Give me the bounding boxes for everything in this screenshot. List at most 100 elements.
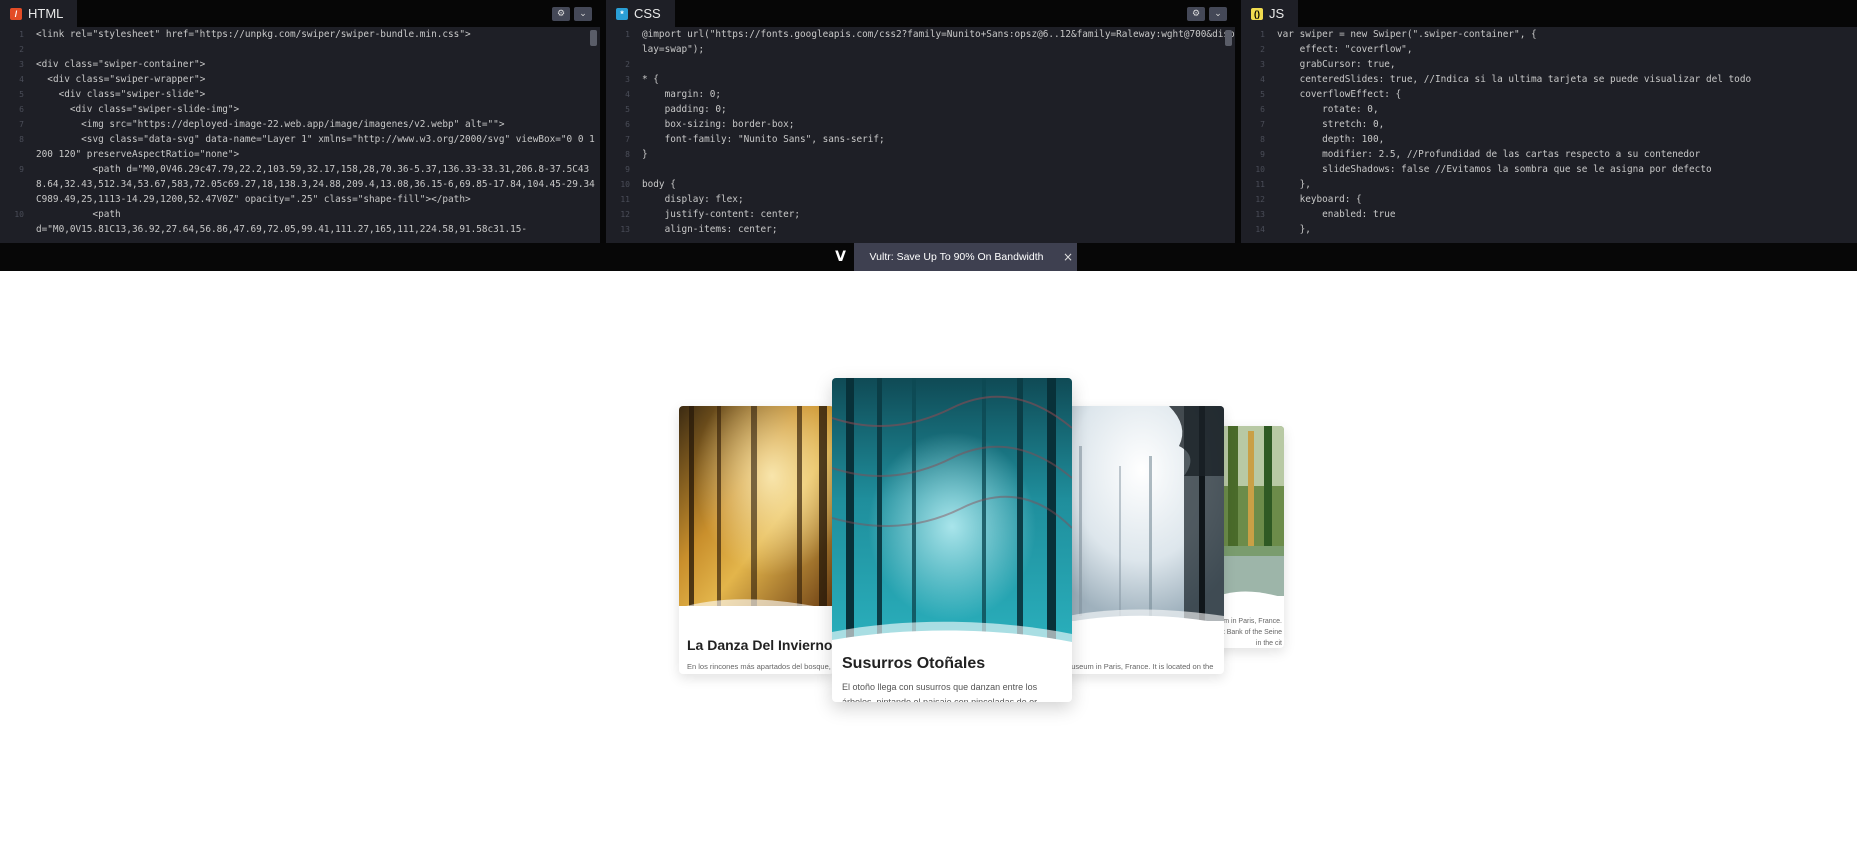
- tab-css[interactable]: * CSS: [606, 0, 675, 27]
- html-scrollbar[interactable]: [590, 30, 597, 46]
- ad-text[interactable]: Vultr: Save Up To 90% On Bandwidth: [854, 243, 1059, 271]
- code-line[interactable]: 3 <div class="swiper-container">: [0, 57, 600, 72]
- code-line[interactable]: 11 display: flex;: [606, 192, 1235, 207]
- card-description: El otoño llega con susurros que danzan e…: [842, 682, 1045, 702]
- code-line[interactable]: d="M0,0V15.81C13,36.92,27.64,56.86,47.69…: [0, 222, 600, 237]
- tab-js[interactable]: () JS: [1241, 0, 1299, 27]
- code-text: <img src="https://deployed-image-22.web.…: [36, 119, 505, 130]
- html-icon: /: [10, 7, 22, 20]
- code-line[interactable]: 10 <path: [0, 207, 600, 222]
- line-number: 4: [625, 90, 630, 99]
- code-text: keyboard: {: [1277, 194, 1362, 205]
- card-slide-2-active[interactable]: Susurros Otoñales El otoño llega con sus…: [832, 378, 1072, 702]
- wave-shape: [1059, 609, 1224, 636]
- forest-autumn-image: [679, 406, 834, 606]
- css-code-area[interactable]: 1 @import url("https://fonts.googleapis.c…: [606, 27, 1235, 243]
- line-number: 4: [1260, 75, 1265, 84]
- code-line[interactable]: 12 justify-content: center;: [606, 207, 1235, 222]
- code-line[interactable]: 7 stretch: 0,: [1241, 117, 1857, 132]
- code-line[interactable]: 9: [606, 162, 1235, 177]
- code-line[interactable]: 9 modifier: 2.5, //Profundidad de las ca…: [1241, 147, 1857, 162]
- code-line[interactable]: 10 slideShadows: false //Evitamos la som…: [1241, 162, 1857, 177]
- code-line[interactable]: 14 },: [1241, 222, 1857, 237]
- js-code-area[interactable]: 1 var swiper = new Swiper(".swiper-contai…: [1241, 27, 1857, 243]
- code-line[interactable]: 5 coverflowEffect: {: [1241, 87, 1857, 102]
- line-number: 12: [620, 210, 630, 219]
- html-editor-panel: / HTML ⚙ ⌄ 1 <link rel="stylesheet" href=…: [0, 0, 606, 243]
- card-slide-3[interactable]: museum in Paris, France. It is located o…: [1059, 406, 1224, 674]
- code-text: modifier: 2.5, //Profundidad de las cart…: [1277, 149, 1701, 160]
- code-text: d="M0,0V15.81C13,36.92,27.64,56.86,47.69…: [36, 224, 528, 235]
- code-line[interactable]: 2: [606, 57, 1235, 72]
- code-line[interactable]: 4 centeredSlides: true, //Indica si la u…: [1241, 72, 1857, 87]
- code-line[interactable]: 10 body {: [606, 177, 1235, 192]
- close-icon[interactable]: ×: [1059, 243, 1077, 271]
- line-number: 5: [19, 90, 24, 99]
- code-line[interactable]: 7 <img src="https://deployed-image-22.we…: [0, 117, 600, 132]
- code-line[interactable]: 7 font-family: "Nunito Sans", sans-serif…: [606, 132, 1235, 147]
- js-icon: (): [1251, 7, 1263, 20]
- tab-css-label: CSS: [634, 6, 661, 21]
- line-number: 5: [1260, 90, 1265, 99]
- line-number: 14: [1255, 225, 1265, 234]
- line-number: 6: [625, 120, 630, 129]
- code-text: body {: [642, 179, 676, 190]
- code-line[interactable]: 5 padding: 0;: [606, 102, 1235, 117]
- code-text: <link rel="stylesheet" href="https://unp…: [36, 29, 471, 40]
- css-scrollbar[interactable]: [1225, 30, 1232, 46]
- code-text: <path: [36, 209, 121, 220]
- code-line[interactable]: 12 keyboard: {: [1241, 192, 1857, 207]
- code-text: <div class="swiper-slide-img">: [36, 104, 240, 115]
- html-code-area[interactable]: 1 <link rel="stylesheet" href="https://un…: [0, 27, 600, 243]
- code-line[interactable]: 1 <link rel="stylesheet" href="https://un…: [0, 27, 600, 42]
- code-editors: / HTML ⚙ ⌄ 1 <link rel="stylesheet" href=…: [0, 0, 1857, 243]
- tab-html-label: HTML: [28, 6, 64, 21]
- code-line[interactable]: 8}: [606, 147, 1235, 162]
- code-line[interactable]: 13 enabled: true: [1241, 207, 1857, 222]
- code-line[interactable]: 11 },: [1241, 177, 1857, 192]
- code-line[interactable]: 3 * {: [606, 72, 1235, 87]
- code-text: font-family: "Nunito Sans", sans-serif;: [642, 134, 885, 145]
- code-line[interactable]: 8 <svg class="data-svg" data-name="Layer…: [0, 132, 600, 162]
- code-line[interactable]: 4 margin: 0;: [606, 87, 1235, 102]
- line-number: [0, 222, 30, 237]
- code-text: align-items: center;: [642, 224, 778, 235]
- vultr-logo-icon: V: [827, 243, 854, 271]
- code-text: enabled: true: [1277, 209, 1396, 220]
- line-number: 10: [14, 210, 24, 219]
- code-line[interactable]: 9 <path d="M0,0V46.29c47.79,22.2,103.59,…: [0, 162, 600, 207]
- code-text: depth: 100,: [1277, 134, 1385, 145]
- line-number: 9: [1260, 150, 1265, 159]
- code-text: @import url("https://fonts.googleapis.co…: [642, 29, 1235, 55]
- code-line[interactable]: 6 <div class="swiper-slide-img">: [0, 102, 600, 117]
- code-line[interactable]: 3 grabCursor: true,: [1241, 57, 1857, 72]
- line-number: 2: [1260, 45, 1265, 54]
- code-line[interactable]: 2: [0, 42, 600, 57]
- code-line[interactable]: 4 <div class="swiper-wrapper">: [0, 72, 600, 87]
- code-text: coverflowEffect: {: [1277, 89, 1402, 100]
- line-number: 2: [625, 60, 630, 69]
- tab-html[interactable]: / HTML: [0, 0, 78, 27]
- code-line[interactable]: 2 effect: "coverflow",: [1241, 42, 1857, 57]
- code-line[interactable]: 8 depth: 100,: [1241, 132, 1857, 147]
- wave-shape: [832, 621, 1072, 658]
- chevron-down-button[interactable]: ⌄: [574, 6, 592, 21]
- code-line[interactable]: 13 align-items: center;: [606, 222, 1235, 237]
- settings-gear-button[interactable]: ⚙: [552, 6, 570, 21]
- code-line[interactable]: 6 rotate: 0,: [1241, 102, 1857, 117]
- card-slide-1[interactable]: La Danza Del Invierno En los rincones má…: [679, 406, 834, 674]
- code-line[interactable]: 5 <div class="swiper-slide">: [0, 87, 600, 102]
- code-text: <div class="swiper-wrapper">: [36, 74, 206, 85]
- code-line[interactable]: 1 @import url("https://fonts.googleapis.c…: [606, 27, 1235, 57]
- code-line[interactable]: 6 box-sizing: border-box;: [606, 117, 1235, 132]
- line-number: 1: [625, 30, 630, 39]
- line-number: 9: [19, 165, 24, 174]
- ad-banner[interactable]: V Vultr: Save Up To 90% On Bandwidth ×: [827, 243, 1077, 271]
- code-line[interactable]: 1 var swiper = new Swiper(".swiper-contai…: [1241, 27, 1857, 42]
- code-text: }: [642, 149, 648, 160]
- line-number: 3: [1260, 60, 1265, 69]
- settings-gear-button[interactable]: ⚙: [1187, 6, 1205, 21]
- css-panel-header: * CSS ⚙ ⌄: [606, 0, 1235, 27]
- chevron-down-button[interactable]: ⌄: [1209, 6, 1227, 21]
